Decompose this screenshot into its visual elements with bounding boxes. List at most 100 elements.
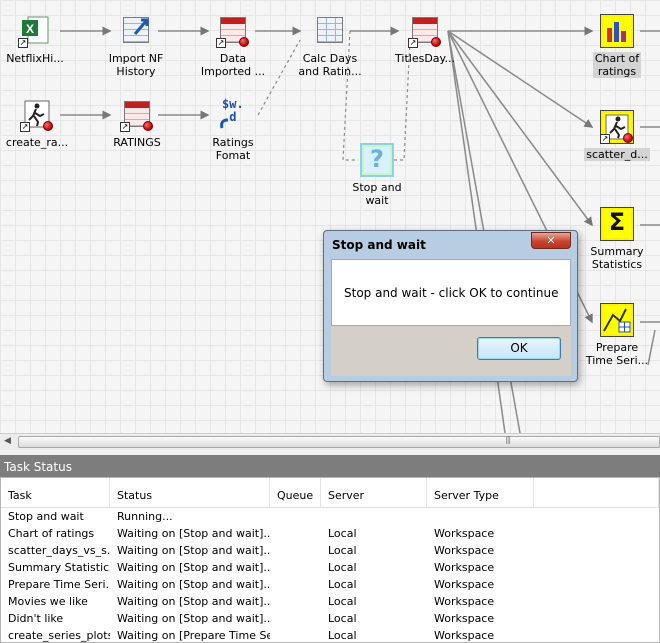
column-header-filler [534,478,659,507]
node-prepare-time-series[interactable]: Prepare Time Seri... [572,303,660,367]
cell-task: Summary Statistics [8,561,110,574]
node-label: Summary Statistics [590,245,644,271]
cell-status: Waiting on [Stop and wait]... [117,561,270,574]
node-ratings-format[interactable]: $w. .d Ratings Fomat [188,98,278,163]
node-label: Import NF History [108,52,164,78]
cell-server-type: Workspace [434,612,495,625]
node-titles-days[interactable]: ↗ TitlesDay... [380,14,470,65]
node-scatter[interactable]: ↗ scatter_d... [572,110,660,161]
scroll-thumb[interactable] [18,436,660,448]
cell-queue [270,627,321,643]
cell-server-type: Workspace [434,544,495,557]
node-data-imported[interactable]: ↗ Data Imported ... [188,14,278,78]
table-row[interactable]: create_series_plots Waiting on [Prepare T… [1,627,659,643]
cell-status: Waiting on [Stop and wait]... [117,578,270,591]
cell-filler [534,610,659,627]
ok-button[interactable]: OK [477,337,561,360]
node-label: Prepare Time Seri... [585,341,649,367]
cell-filler [534,576,659,593]
table-row[interactable]: Summary Statistics Waiting on [Stop and w… [1,559,659,576]
query-grid-icon [313,14,347,48]
dialog-body: Stop and wait - click OK to continue [331,259,571,326]
program-runner-icon: ↗ [600,110,634,144]
cell-filler [534,525,659,542]
table-row[interactable]: Stop and wait Running... [1,508,659,525]
horizontal-scrollbar[interactable]: ◀ ||| [0,433,660,450]
node-calc-days[interactable]: Calc Days and Ratin... [285,14,375,78]
task-status-title: Task Status [0,455,660,477]
column-header-queue[interactable]: Queue [270,478,321,507]
dataset-icon: ↗ [408,14,442,48]
cell-queue [270,542,321,559]
node-label: RATINGS [113,136,161,149]
cell-server-type: Workspace [434,629,495,642]
table-row[interactable]: Movies we like Waiting on [Stop and wait]… [1,593,659,610]
question-icon: ? [360,143,394,177]
column-header-server-type[interactable]: Server Type [427,478,534,507]
node-stop-and-wait[interactable]: ? Stop and wait [332,143,422,207]
stop-and-wait-dialog: Stop and wait ✕ Stop and wait - click OK… [323,230,578,382]
cell-server-type [427,508,534,525]
cell-server-type: Workspace [434,578,495,591]
cell-task: create_series_plots [8,629,110,642]
table-row[interactable]: Prepare Time Seri... Waiting on [Stop and… [1,576,659,593]
cell-server: Local [328,612,357,625]
dataset-icon: ↗ [120,98,154,132]
column-header-status[interactable]: Status [110,478,270,507]
format-icon: $w. .d [216,98,250,132]
node-netflix-history[interactable]: X ↗ NetflixHi... [0,14,80,65]
node-import-nf-history[interactable]: Import NF History [91,14,181,78]
node-label: scatter_d... [584,148,650,161]
cell-queue [270,525,321,542]
column-header-server[interactable]: Server [321,478,427,507]
scroll-left-icon[interactable]: ◀ [4,436,11,446]
cell-filler [534,508,659,525]
cell-task: Didn't like [8,612,64,625]
node-label: Stop and wait [352,181,402,207]
cell-task: Stop and wait [8,510,84,523]
table-header: Task Status Queue Server Server Type [1,478,659,508]
scroll-grip-icon: ||| [505,435,511,444]
bar-chart-icon [600,14,634,48]
node-chart-of-ratings[interactable]: Chart of ratings [572,14,660,78]
excel-file-icon: X ↗ [18,14,52,48]
node-label: TitlesDay... [395,52,455,65]
node-ratings[interactable]: ↗ RATINGS [92,98,182,149]
table-body: Stop and wait Running... Chart of ratings W… [1,508,659,643]
cell-server-type: Workspace [434,527,495,540]
cell-queue [270,559,321,576]
cell-server: Local [328,595,357,608]
cell-queue [270,593,321,610]
cell-status: Waiting on [Stop and wait]... [117,527,270,540]
close-button[interactable]: ✕ [531,232,571,249]
cell-status: Waiting on [Stop and wait]... [117,612,270,625]
dialog-message: Stop and wait - click OK to continue [344,286,559,300]
cell-filler [534,542,659,559]
cell-queue [270,508,321,525]
time-series-icon [600,303,634,337]
cell-server-type: Workspace [434,595,495,608]
node-label: Calc Days and Ratin... [298,52,362,78]
node-label: Chart of ratings [592,52,642,78]
table-row[interactable]: scatter_days_vs_s... Waiting on [Stop and… [1,542,659,559]
cell-status: Waiting on [Stop and wait]... [117,544,270,557]
cell-task: Movies we like [8,595,88,608]
cell-server: Local [328,527,357,540]
table-row[interactable]: Didn't like Waiting on [Stop and wait]...… [1,610,659,627]
column-header-task[interactable]: Task [1,478,110,507]
cell-queue [270,576,321,593]
cell-server: Local [328,578,357,591]
node-summary-statistics[interactable]: Σ Summary Statistics [572,207,660,271]
sigma-icon: Σ [600,207,634,241]
cell-filler [534,627,659,643]
table-row[interactable]: Chart of ratings Waiting on [Stop and wai… [1,525,659,542]
cell-server: Local [328,629,357,642]
node-label: NetflixHi... [6,52,64,65]
node-create-ratings[interactable]: ↗ create_ra... [0,98,82,149]
task-status-table[interactable]: Task Status Queue Server Server Type Sto… [0,477,660,643]
cell-task: Prepare Time Seri... [8,578,110,591]
svg-text:X: X [26,22,34,36]
sigma-glyph: Σ [608,208,626,236]
cell-server [321,508,427,525]
question-glyph: ? [370,145,384,173]
